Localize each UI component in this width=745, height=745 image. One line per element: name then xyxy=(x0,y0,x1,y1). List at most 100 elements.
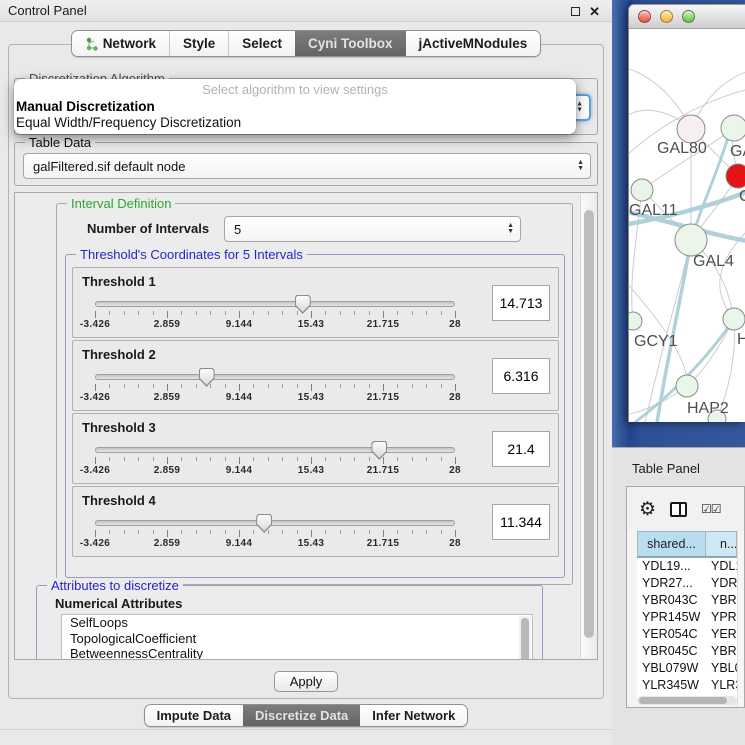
numerical-attributes-header: Numerical Attributes xyxy=(55,596,182,611)
network-node[interactable] xyxy=(726,164,745,188)
threshold-value-field[interactable]: 6.316 xyxy=(492,358,550,394)
close-icon[interactable]: ✕ xyxy=(589,5,600,18)
tab-style[interactable]: Style xyxy=(169,31,228,56)
node-label: GAL11 xyxy=(629,202,678,219)
slider-track[interactable] xyxy=(95,520,455,526)
tab-select[interactable]: Select xyxy=(228,31,295,56)
table-header-row: shared... n... xyxy=(637,531,737,558)
threshold-value-field[interactable]: 14.713 xyxy=(492,285,550,321)
horizontal-scrollbar[interactable] xyxy=(637,696,737,705)
tab-network[interactable]: Network xyxy=(72,31,169,56)
network-canvas[interactable]: GAL80GACGAL11GAL4GCY1HHAP2 xyxy=(629,29,745,422)
thresholds-group: Threshold's Coordinates for 5 Intervals … xyxy=(65,254,565,578)
table-row[interactable]: YBR045CYBR0... xyxy=(637,643,737,660)
network-node[interactable] xyxy=(676,375,698,397)
list-scrollbar[interactable] xyxy=(519,616,531,660)
cell-shared-name: YER054C xyxy=(637,626,705,643)
table-row[interactable]: YPR145WYPR1... xyxy=(637,609,737,626)
table-row[interactable]: YLR345WYLR3... xyxy=(637,677,737,694)
threshold-label: Threshold 1 xyxy=(82,274,156,289)
vertical-scrollbar[interactable] xyxy=(580,194,596,658)
control-panel: Control Panel ✕ Network Style Select Cyn… xyxy=(0,0,612,745)
select-columns-checkboxes-icon[interactable]: ☑☑ xyxy=(701,502,721,516)
slider-ticks xyxy=(95,530,455,538)
slider-track[interactable] xyxy=(95,374,455,380)
attribute-list-item[interactable]: TopologicalCoefficient xyxy=(62,631,532,647)
cell-name: YER0... xyxy=(705,626,737,643)
slider-ticks xyxy=(95,384,455,392)
network-node[interactable] xyxy=(631,179,653,201)
table-row[interactable]: YBR043CYBR0... xyxy=(637,592,737,609)
network-node[interactable] xyxy=(675,224,707,256)
tab-jactivemnodules[interactable]: jActiveMNodules xyxy=(406,31,541,56)
threshold-label: Threshold 3 xyxy=(82,420,156,435)
table-row[interactable]: YBL079WYBL0... xyxy=(637,660,737,677)
slider-ticks xyxy=(95,457,455,465)
dropdown-option-equal-width[interactable]: Equal Width/Frequency Discretization xyxy=(14,114,576,130)
threshold-box: Threshold 2-3.4262.8599.14415.4321.71528… xyxy=(72,340,559,411)
tab-cyni-toolbox[interactable]: Cyni Toolbox xyxy=(295,31,406,56)
cell-name: YDL1... xyxy=(705,558,737,575)
table-data-select[interactable]: galFiltered.sif default node ▲▼ xyxy=(23,153,591,179)
attribute-list-item[interactable]: SelfLoops xyxy=(62,615,532,631)
tab-discretize-data[interactable]: Discretize Data xyxy=(243,705,360,726)
tab-label: Cyni Toolbox xyxy=(308,36,393,51)
slider-scale-labels: -3.4262.8599.14415.4321.71528 xyxy=(95,465,455,479)
tab-label: Style xyxy=(183,36,215,51)
slider-scale-labels: -3.4262.8599.14415.4321.71528 xyxy=(95,319,455,333)
column-view-icon[interactable] xyxy=(670,502,687,517)
cell-name: YBL0... xyxy=(705,660,737,677)
network-node[interactable] xyxy=(723,308,745,330)
table-vertical-scrollbar[interactable] xyxy=(737,531,744,707)
dropdown-option-manual[interactable]: Manual Discretization xyxy=(14,97,576,114)
table-row[interactable]: YDR27...YDR2... xyxy=(637,575,737,592)
close-traffic-light-icon[interactable] xyxy=(638,10,651,23)
node-label: GCY1 xyxy=(634,333,678,350)
cell-shared-name: YBR043C xyxy=(637,592,705,609)
column-header-shared-name[interactable]: shared... xyxy=(638,532,706,556)
threshold-box: Threshold 1 -3.4262.8599.14415.4321.71528… xyxy=(72,267,559,338)
node-label: GAL4 xyxy=(693,253,734,270)
scrollbar-thumb[interactable] xyxy=(639,697,727,704)
attribute-list-item[interactable]: BetweennessCentrality xyxy=(62,646,532,660)
table-row[interactable]: YDL19...YDL1... xyxy=(637,558,737,575)
tab-infer-network[interactable]: Infer Network xyxy=(360,705,467,726)
scrollbar-thumb[interactable] xyxy=(584,210,594,638)
threshold-value-field[interactable]: 21.4 xyxy=(492,431,550,467)
control-panel-titlebar: Control Panel ✕ xyxy=(0,0,612,22)
network-node[interactable] xyxy=(677,115,705,143)
attributes-list[interactable]: SelfLoopsTopologicalCoefficientBetweenne… xyxy=(61,614,533,660)
num-intervals-value: 5 xyxy=(234,222,241,237)
slider-track[interactable] xyxy=(95,301,455,307)
algorithm-dropdown-popup: Select algorithm to view settings Manual… xyxy=(14,79,576,134)
table-data-value: galFiltered.sif default node xyxy=(33,159,185,174)
network-node[interactable] xyxy=(629,312,642,330)
table-panel: Table Panel ⚙ ☑☑ shared... n... YDL19...… xyxy=(612,447,745,745)
node-label: C xyxy=(739,188,745,205)
cell-shared-name: YBR045C xyxy=(637,643,705,660)
slider-track[interactable] xyxy=(95,447,455,453)
panel-title: Control Panel xyxy=(8,3,87,18)
column-header-name[interactable]: n... xyxy=(706,532,736,556)
cell-name: YDR2... xyxy=(705,575,737,592)
table-row[interactable]: YER054CYER0... xyxy=(637,626,737,643)
cell-shared-name: YDR27... xyxy=(637,575,705,592)
num-intervals-select[interactable]: 5 ▲▼ xyxy=(224,216,521,242)
tab-label: Impute Data xyxy=(157,708,231,723)
threshold-value-field[interactable]: 11.344 xyxy=(492,504,550,540)
float-window-icon[interactable] xyxy=(571,7,580,16)
gear-icon[interactable]: ⚙ xyxy=(639,500,656,519)
tab-impute-data[interactable]: Impute Data xyxy=(145,705,243,726)
minimize-traffic-light-icon[interactable] xyxy=(660,10,673,23)
table-toolbar: ⚙ ☑☑ xyxy=(627,487,744,531)
network-icon xyxy=(85,37,98,51)
table-data-group: Table Data galFiltered.sif default node … xyxy=(14,142,598,186)
node-label: GA xyxy=(730,143,745,160)
zoom-traffic-light-icon[interactable] xyxy=(682,10,695,23)
bottom-tabbar: Impute Data Discretize Data Infer Networ… xyxy=(0,704,612,727)
network-node[interactable] xyxy=(721,115,745,141)
apply-button[interactable]: Apply xyxy=(274,671,338,692)
network-window-titlebar xyxy=(629,5,745,29)
stepper-arrows-icon: ▲▼ xyxy=(576,101,583,114)
cell-shared-name: YDL19... xyxy=(637,558,705,575)
